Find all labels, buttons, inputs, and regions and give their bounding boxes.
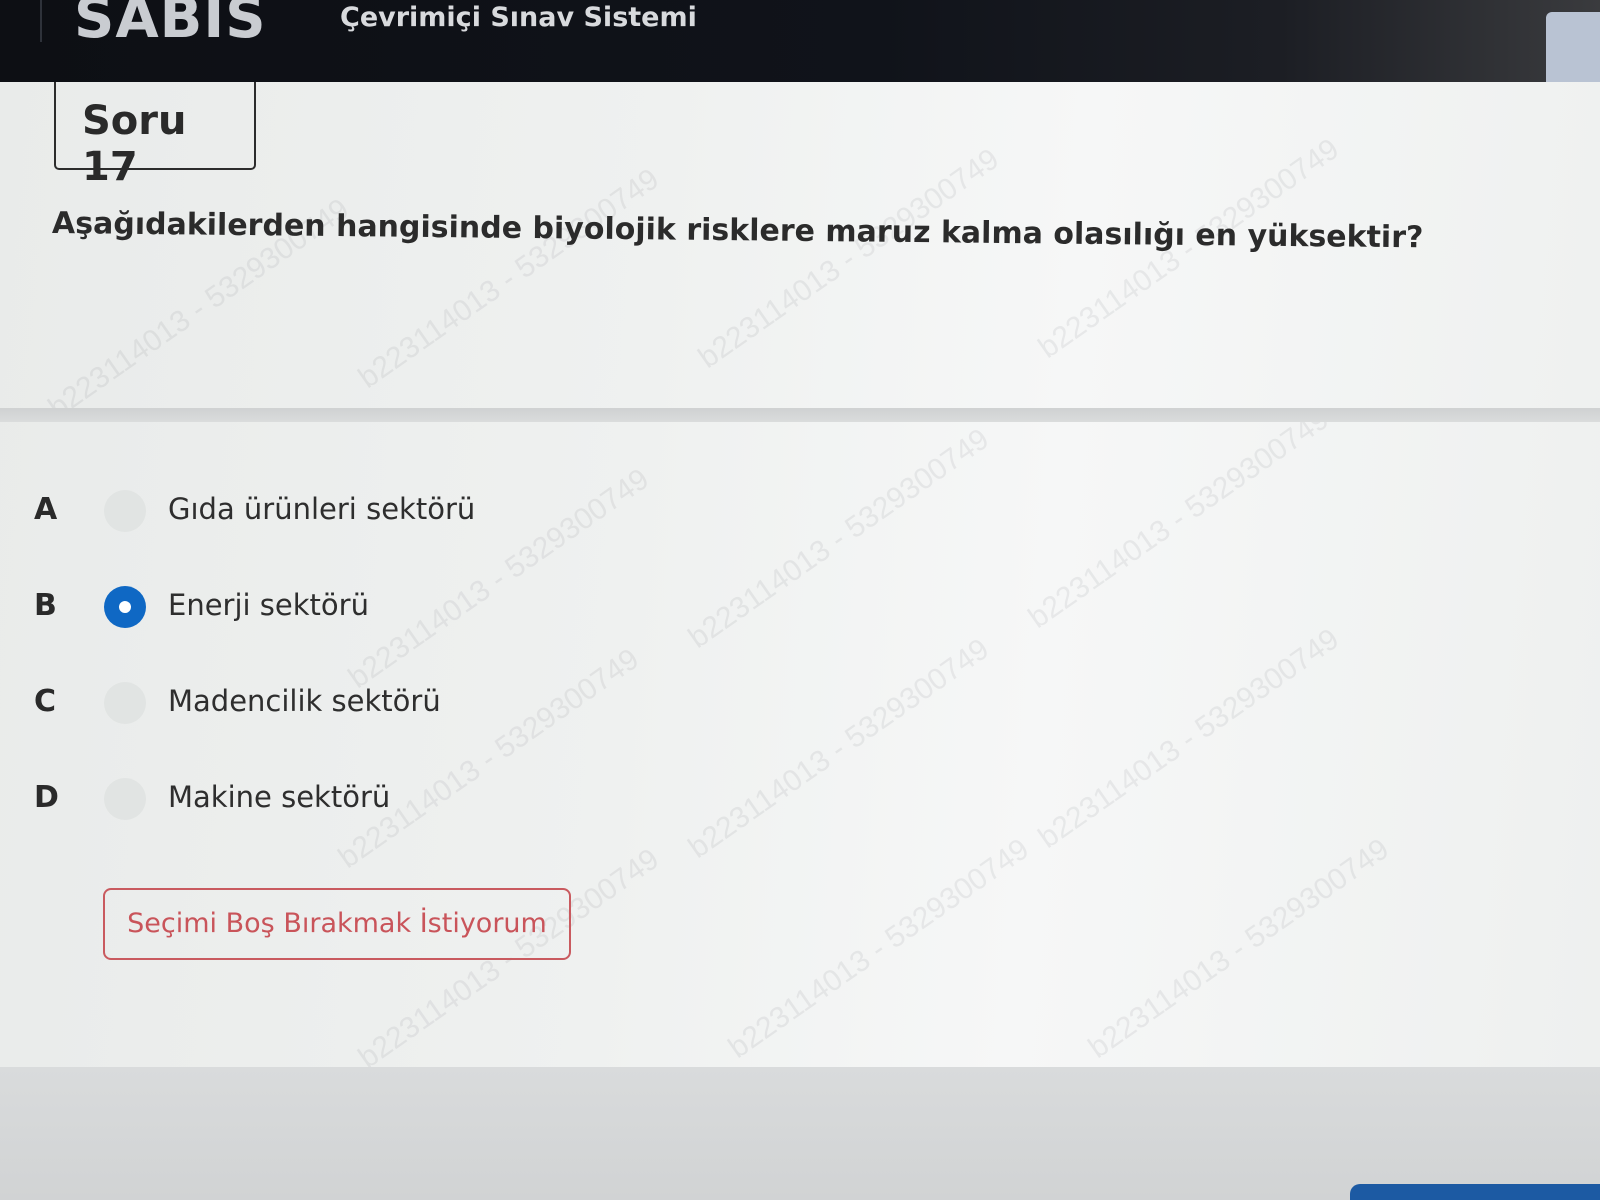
option-d[interactable]: D Makine sektörü (0, 770, 700, 830)
option-b-label: Enerji sektörü (168, 588, 369, 622)
option-letter: A (34, 492, 58, 527)
watermark-text: b223114013 - 5329300749 (682, 422, 995, 655)
watermark-text: b223114013 - 5329300749 (1022, 402, 1335, 635)
question-panel: b223114013 - 5329300749 b223114013 - 532… (0, 82, 1600, 1075)
option-d-label: Makine sektörü (168, 780, 391, 814)
option-a[interactable]: A Gıda ürünleri sektörü (0, 482, 700, 542)
option-letter: C (34, 684, 57, 719)
bottom-right-button[interactable] (1350, 1184, 1600, 1200)
option-c-radio[interactable] (104, 682, 146, 724)
option-c[interactable]: C Madencilik sektörü (0, 674, 700, 734)
watermark-text: b223114013 - 5329300749 (722, 832, 1035, 1065)
option-a-label: Gıda ürünleri sektörü (168, 492, 476, 526)
option-b-radio[interactable] (104, 586, 146, 628)
sabis-logo: SABİS (74, 0, 267, 51)
navbar-separator (40, 0, 42, 42)
option-a-radio[interactable] (104, 490, 146, 532)
watermark-text: b223114013 - 5329300749 (682, 632, 995, 865)
option-letter: D (34, 780, 59, 815)
watermark-text: b223114013 - 5329300749 (1032, 622, 1345, 855)
exam-page: SABİS Çevrimiçi Sınav Sistemi b223114013… (0, 0, 1600, 1200)
top-navbar: SABİS Çevrimiçi Sınav Sistemi (0, 0, 1600, 100)
footer-area (0, 1067, 1600, 1200)
question-divider (0, 408, 1600, 422)
option-c-label: Madencilik sektörü (168, 684, 441, 718)
watermark-text: b223114013 - 5329300749 (352, 162, 665, 395)
watermark-text: b223114013 - 5329300749 (692, 142, 1005, 375)
option-b[interactable]: B Enerji sektörü (0, 578, 700, 638)
question-number: Soru 17 (82, 98, 187, 190)
watermark-text: b223114013 - 5329300749 (1082, 832, 1395, 1065)
option-letter: B (34, 588, 57, 623)
option-d-radio[interactable] (104, 778, 146, 820)
leave-blank-button[interactable]: Seçimi Boş Bırakmak İstiyorum (103, 888, 571, 960)
question-number-badge: Soru 17 (54, 82, 256, 190)
app-title: Çevrimiçi Sınav Sistemi (340, 2, 697, 33)
